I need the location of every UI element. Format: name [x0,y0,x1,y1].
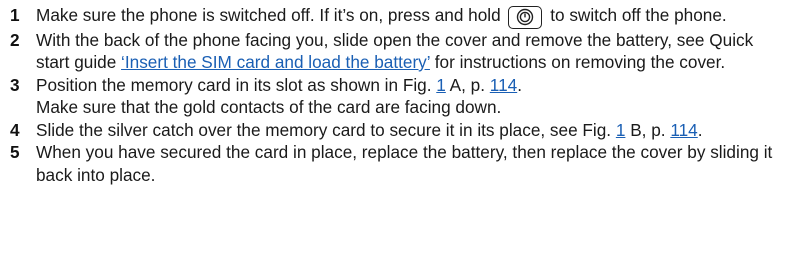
step-3: 3 Position the memory card in its slot a… [10,74,780,119]
step-text: Slide the silver catch over the memory c… [36,119,612,140]
step-text: . [697,119,703,140]
step-2: 2 With the back of the phone facing you,… [10,29,780,74]
instruction-list: 1 Make sure the phone is switched off. I… [10,4,780,186]
step-number: 3 [10,74,20,95]
step-text: for instructions on removing the cover. [434,52,726,72]
step-number: 4 [10,119,20,140]
step-5: 5 When you have secured the card in plac… [10,141,780,186]
step-number: 2 [10,29,20,50]
step-number: 1 [10,5,20,25]
power-key-icon [508,5,543,29]
step-number: 5 [10,142,20,162]
step-text: Position the memory card in its slot as … [36,74,432,95]
step-text: B, p. [630,119,666,140]
step-text: to switch off the phone. [550,5,727,25]
step-text: . [517,74,522,95]
step-4: 4 Slide the silver catch over the memory… [10,119,780,142]
step-text: Make sure the phone is switched off. If … [36,5,501,25]
step-note: Make sure that the gold contacts of the … [36,97,502,117]
figure-link[interactable]: 1 [616,120,626,140]
insert-sim-link[interactable]: ‘Insert the SIM card and load the batter… [121,52,430,72]
figure-link[interactable]: 1 [436,75,446,95]
page-link[interactable]: 114 [490,75,517,95]
step-text: When you have secured the card in place,… [36,142,773,185]
page-link[interactable]: 114 [670,120,697,140]
step-text: A, p. [449,74,486,95]
step-1: 1 Make sure the phone is switched off. I… [10,4,780,29]
